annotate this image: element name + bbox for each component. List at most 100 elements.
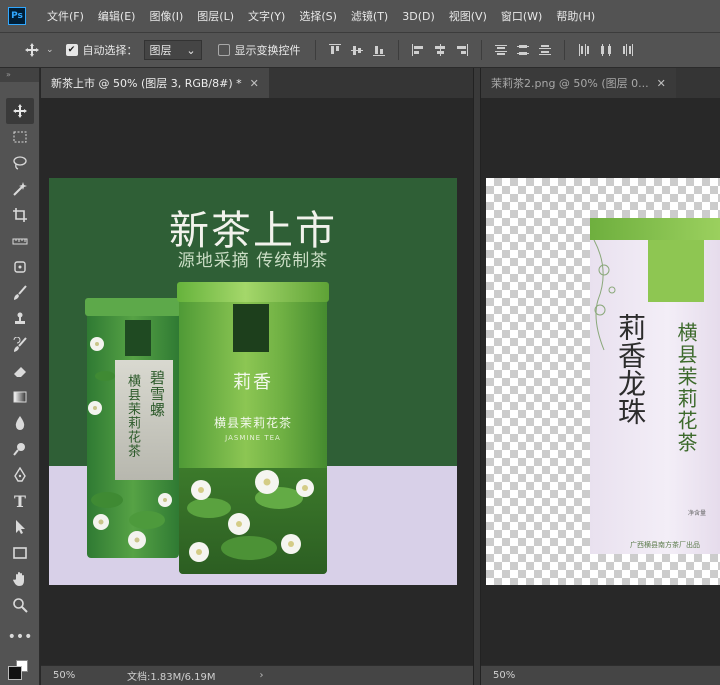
hand-tool-icon[interactable]	[6, 566, 34, 592]
move-tool-icon[interactable]	[6, 98, 34, 124]
pen-tool-icon[interactable]	[6, 462, 34, 488]
type-tool-icon[interactable]: T	[6, 488, 34, 514]
tea-can-net-weight: 净含量	[688, 510, 707, 517]
status-menu-chevron-right-icon[interactable]: ›	[260, 670, 264, 681]
status-bar: 50%	[481, 665, 720, 685]
menu-layer[interactable]: 图层(L)	[190, 8, 241, 24]
tea-can-back-window	[125, 320, 151, 356]
marquee-tool-icon[interactable]	[6, 124, 34, 150]
transparent-canvas[interactable]: 莉香龙珠 横县茉莉花茶 净含量 广西横县南方茶厂出品	[486, 178, 720, 585]
menu-help[interactable]: 帮助(H)	[549, 8, 602, 24]
artboard[interactable]: 新茶上市 源地采摘 传统制茶 碧雪螺 横县茉莉花茶 莉香 横县茉莉花茶 JASM…	[49, 178, 457, 585]
distribute-left-edges-icon[interactable]	[573, 40, 595, 60]
menu-3d[interactable]: 3D(D)	[395, 10, 442, 23]
distribute-vertical-centers-icon[interactable]	[512, 40, 534, 60]
history-brush-tool-icon[interactable]	[6, 332, 34, 358]
document-tab-title: 新茶上市 @ 50% (图层 3, RGB/8#) *	[51, 77, 242, 90]
document-tab-1[interactable]: 新茶上市 @ 50% (图层 3, RGB/8#) * ✕	[41, 68, 269, 98]
menu-select[interactable]: 选择(S)	[292, 8, 344, 24]
rectangle-tool-icon[interactable]	[6, 540, 34, 566]
close-icon[interactable]: ✕	[250, 77, 259, 90]
patch-tool-icon[interactable]	[6, 254, 34, 280]
canvas-area[interactable]: 莉香龙珠 横县茉莉花茶 净含量 广西横县南方茶厂出品	[481, 98, 720, 665]
tools-panel: » T •••	[0, 68, 40, 685]
align-horizontal-centers-icon[interactable]	[429, 40, 451, 60]
document-size-info[interactable]: 文档:1.83M/6.19M	[91, 668, 216, 683]
window-divider[interactable]	[473, 68, 481, 685]
distribute-top-edges-icon[interactable]	[490, 40, 512, 60]
zoom-tool-icon[interactable]	[6, 592, 34, 618]
document-tab-title: 茉莉茶2.png @ 50% (图层 0...	[491, 77, 649, 90]
gradient-tool-icon[interactable]	[6, 384, 34, 410]
blur-tool-icon[interactable]	[6, 410, 34, 436]
jasmine-flowers-illustration	[187, 470, 314, 562]
tea-can-brand-text: 莉香龙珠	[614, 313, 647, 425]
menu-bar: Ps 文件(F) 编辑(E) 图像(I) 图层(L) 文字(Y) 选择(S) 滤…	[0, 0, 720, 32]
divider	[397, 40, 399, 60]
foreground-color-swatch[interactable]	[8, 666, 22, 680]
chevron-down-icon: ⌄	[186, 43, 196, 57]
move-tool-preset-icon[interactable]	[20, 38, 44, 62]
brush-tool-icon[interactable]	[6, 280, 34, 306]
menu-edit[interactable]: 编辑(E)	[91, 8, 143, 24]
tea-can-front-english: JASMINE TEA	[225, 434, 281, 442]
zoom-level[interactable]: 50%	[41, 670, 91, 681]
zoom-level[interactable]: 50%	[481, 670, 531, 681]
show-transform-checkbox[interactable]	[217, 44, 230, 56]
tea-can-back-text-2: 横县茉莉花茶	[125, 374, 140, 458]
tea-can-front: 莉香 横县茉莉花茶 JASMINE TEA	[177, 282, 329, 574]
close-icon[interactable]: ✕	[657, 77, 666, 90]
lasso-tool-icon[interactable]	[6, 150, 34, 176]
tea-can-front-name: 莉香	[233, 372, 273, 393]
tea-can-lid	[590, 218, 720, 240]
ruler-tool-icon[interactable]	[6, 228, 34, 254]
jasmine-flowers-illustration	[91, 492, 172, 549]
document-tab-bar: 新茶上市 @ 50% (图层 3, RGB/8#) * ✕	[41, 68, 473, 98]
tool-preset-chevron-down-icon[interactable]: ⌄	[46, 45, 54, 55]
tea-can-back: 碧雪螺 横县茉莉花茶	[85, 298, 181, 558]
menu-window[interactable]: 窗口(W)	[494, 8, 549, 24]
tea-can-maker-text: 广西横县南方茶厂出品	[630, 541, 700, 549]
distribute-bottom-edges-icon[interactable]	[534, 40, 556, 60]
auto-select-checkbox[interactable]: ✔	[65, 44, 78, 56]
crop-tool-icon[interactable]	[6, 202, 34, 228]
distribute-horizontal-centers-icon[interactable]	[595, 40, 617, 60]
align-bottom-edges-icon[interactable]	[368, 40, 390, 60]
document-window-2: 茉莉茶2.png @ 50% (图层 0... ✕ 莉香龙珠 横县茉莉花茶 净含…	[481, 68, 720, 685]
tea-can-front-window	[233, 304, 269, 352]
divider	[563, 40, 565, 60]
menu-filter[interactable]: 滤镜(T)	[344, 8, 395, 24]
stamp-tool-icon[interactable]	[6, 306, 34, 332]
document-tab-2[interactable]: 茉莉茶2.png @ 50% (图层 0... ✕	[481, 68, 676, 98]
photoshop-logo-icon[interactable]: Ps	[8, 7, 26, 25]
align-top-edges-icon[interactable]	[324, 40, 346, 60]
align-left-edges-icon[interactable]	[407, 40, 429, 60]
tea-can-window	[648, 240, 704, 302]
artwork-subheadline: 源地采摘 传统制茶	[177, 251, 329, 271]
tea-can-front-lower	[179, 468, 327, 574]
more-tools-icon[interactable]: •••	[6, 624, 34, 650]
align-right-edges-icon[interactable]	[451, 40, 473, 60]
path-selection-tool-icon[interactable]	[6, 514, 34, 540]
color-swatches[interactable]	[6, 660, 34, 682]
tea-can-front-lid	[177, 282, 329, 302]
divider	[480, 40, 482, 60]
menu-type[interactable]: 文字(Y)	[241, 8, 292, 24]
auto-select-label: 自动选择：	[82, 44, 138, 57]
tea-can-product-text: 横县茉莉花茶	[674, 322, 698, 454]
auto-select-target-dropdown[interactable]: 图层 ⌄	[143, 40, 202, 60]
show-transform-label: 显示变换控件	[234, 44, 301, 57]
tools-panel-collapse-icon[interactable]: »	[0, 68, 39, 82]
menu-view[interactable]: 视图(V)	[442, 8, 494, 24]
distribute-right-edges-icon[interactable]	[617, 40, 639, 60]
align-vertical-centers-icon[interactable]	[346, 40, 368, 60]
document-window-1: 新茶上市 @ 50% (图层 3, RGB/8#) * ✕ 新茶上市 源地采摘 …	[41, 68, 473, 685]
eraser-tool-icon[interactable]	[6, 358, 34, 384]
canvas-area[interactable]: 新茶上市 源地采摘 传统制茶 碧雪螺 横县茉莉花茶 莉香 横县茉莉花茶 JASM…	[41, 98, 473, 665]
menu-file[interactable]: 文件(F)	[40, 8, 91, 24]
dodge-tool-icon[interactable]	[6, 436, 34, 462]
menu-image[interactable]: 图像(I)	[142, 8, 190, 24]
magic-wand-tool-icon[interactable]	[6, 176, 34, 202]
options-bar: ⌄ ✔ 自动选择： 图层 ⌄ 显示变换控件	[0, 32, 720, 68]
jasmine-flowers-illustration	[88, 337, 115, 415]
